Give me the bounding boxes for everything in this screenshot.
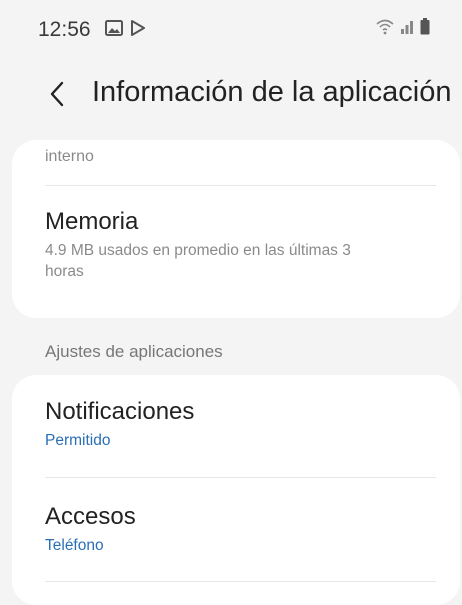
storage-card: interno Memoria 4.9 MB usados en promedi… [12, 140, 460, 318]
permissions-title: Accesos [45, 503, 136, 530]
permissions-item[interactable]: Accesos Teléfono [45, 503, 436, 556]
page-title: Información de la aplicación [92, 76, 452, 108]
divider [45, 185, 436, 186]
app-settings-card: Notificaciones Permitido Accesos Teléfon… [12, 375, 460, 605]
status-icons-left [105, 20, 146, 41]
storage-item-partial[interactable]: interno [45, 148, 94, 166]
divider [45, 581, 436, 582]
play-store-icon [130, 20, 146, 41]
notifications-item[interactable]: Notificaciones Permitido [45, 398, 436, 451]
battery-icon [420, 18, 430, 40]
memory-title: Memoria [45, 208, 139, 235]
back-button[interactable] [40, 74, 74, 114]
signal-icon [400, 19, 414, 40]
wifi-icon [376, 19, 394, 40]
memory-item[interactable]: Memoria 4.9 MB usados en promedio en las… [45, 208, 436, 282]
status-time: 12:56 [38, 18, 91, 41]
notifications-title: Notificaciones [45, 398, 195, 425]
memory-subtitle: 4.9 MB usados en promedio en las últimas… [45, 242, 351, 280]
divider [45, 477, 436, 478]
status-icons-right [376, 18, 430, 40]
section-header: Ajustes de aplicaciones [45, 342, 223, 361]
status-bar: 12:56 [0, 0, 462, 56]
image-icon [105, 20, 123, 41]
back-arrow-icon [50, 81, 64, 107]
app-bar: Información de la aplicación [0, 70, 462, 126]
notifications-status: Permitido [45, 432, 111, 449]
permissions-value: Teléfono [45, 537, 104, 554]
